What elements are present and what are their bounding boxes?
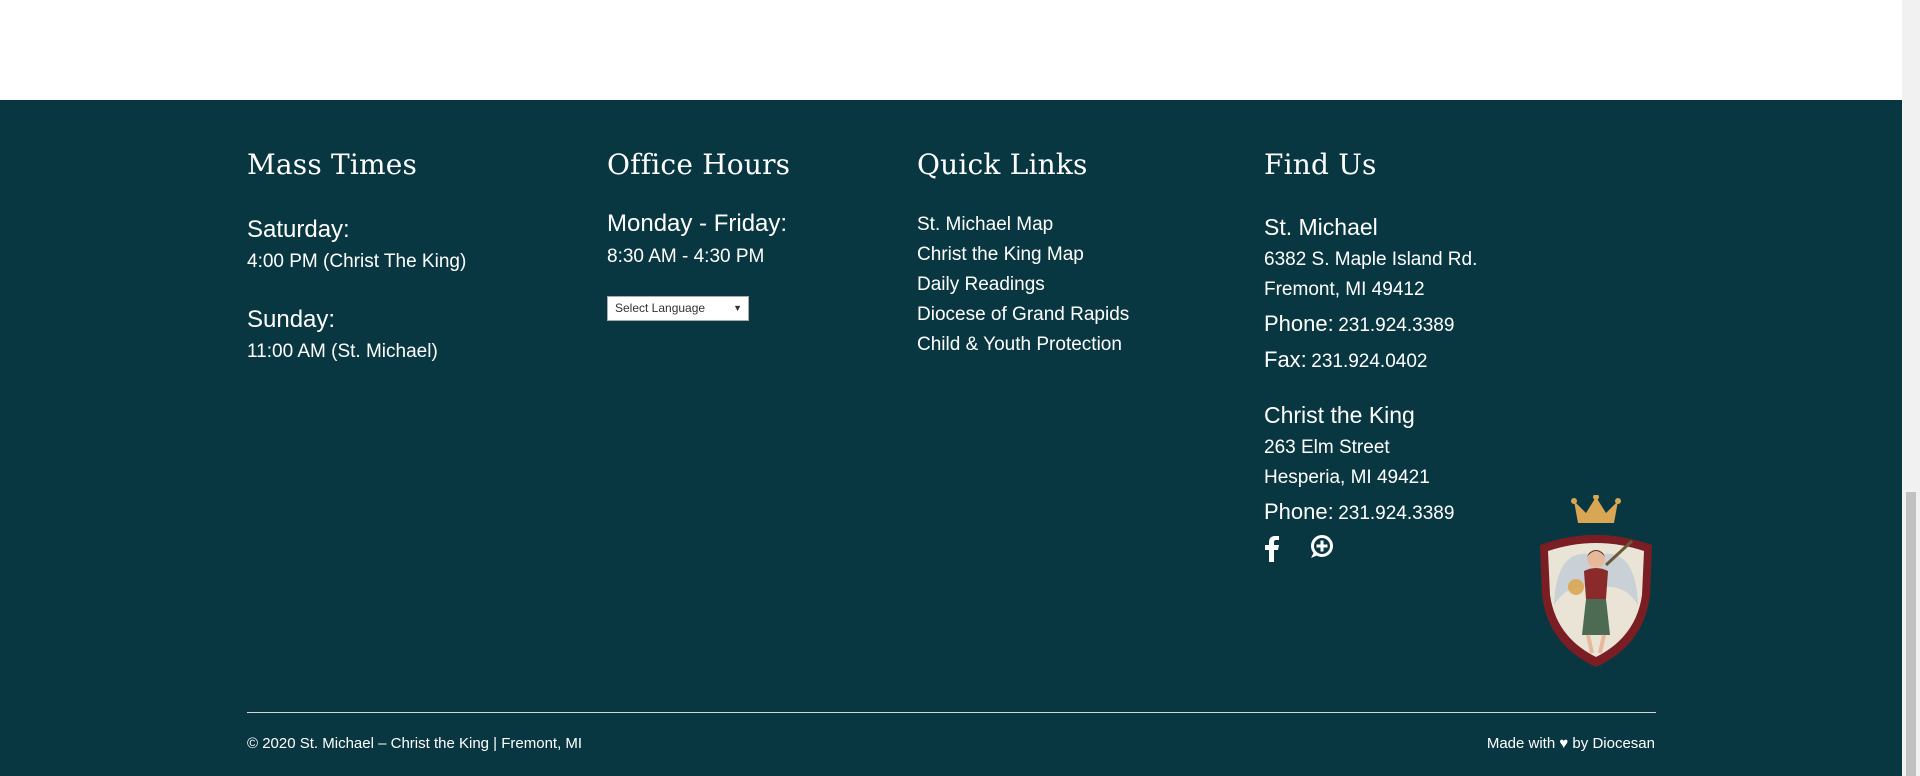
flocknote-link[interactable] [1309, 534, 1335, 565]
st-michael-address-line2: Fremont, MI 49412 [1264, 279, 1425, 300]
fax-number: 231.924.0402 [1311, 351, 1428, 372]
page-content-area [0, 0, 1902, 100]
facebook-icon [1265, 536, 1279, 562]
parish-crest-logo [1540, 495, 1652, 667]
phone-number: 231.924.3389 [1338, 503, 1455, 524]
facebook-link[interactable] [1264, 536, 1280, 567]
office-hours-heading: Office Hours [607, 148, 791, 181]
link-diocese-grand-rapids[interactable]: Diocese of Grand Rapids [917, 304, 1129, 326]
saturday-label: Saturday: [247, 216, 350, 243]
copyright-text: © 2020 St. Michael – Christ the King | F… [247, 735, 583, 752]
footer-divider [247, 712, 1656, 713]
phone-label: Phone: [1264, 311, 1334, 336]
link-st-michael-map[interactable]: St. Michael Map [917, 214, 1053, 236]
link-daily-readings[interactable]: Daily Readings [917, 274, 1045, 296]
find-us-heading: Find Us [1264, 148, 1377, 181]
ctk-phone: Phone: 231.924.3389 [1264, 499, 1454, 525]
saturday-time: 4:00 PM (Christ The King) [247, 251, 467, 272]
office-hours-time: 8:30 AM - 4:30 PM [607, 246, 765, 267]
ctk-address-line1: 263 Elm Street [1264, 437, 1390, 458]
st-michael-phone: Phone: 231.924.3389 [1264, 311, 1454, 337]
st-michael-fax: Fax: 231.924.0402 [1264, 347, 1427, 373]
mass-times-section: Mass Times Saturday: 4:00 PM (Christ The… [247, 148, 567, 362]
office-hours-section: Office Hours Monday - Friday: 8:30 AM - … [607, 148, 887, 321]
quick-links-section: Quick Links St. Michael Map Christ the K… [917, 148, 1237, 355]
language-select-value: Select Language [615, 301, 706, 315]
made-with-prefix: Made with ♥ by [1486, 735, 1593, 752]
link-christ-the-king-map[interactable]: Christ the King Map [917, 244, 1084, 266]
st-michael-name: St. Michael [1264, 214, 1378, 240]
diocesan-link[interactable]: Diocesan [1592, 735, 1655, 752]
office-days: Monday - Friday: [607, 210, 788, 237]
phone-label: Phone: [1264, 499, 1334, 524]
mass-times-heading: Mass Times [247, 148, 418, 181]
site-footer: Mass Times Saturday: 4:00 PM (Christ The… [0, 100, 1902, 776]
scrollbar-thumb[interactable] [1906, 492, 1916, 776]
st-michael-address-line1: 6382 S. Maple Island Rd. [1264, 249, 1478, 270]
flocknote-icon [1311, 535, 1333, 558]
phone-number: 231.924.3389 [1338, 315, 1455, 336]
sunday-time: 11:00 AM (St. Michael) [247, 341, 438, 362]
made-with-credit: Made with ♥ by Diocesan [1487, 735, 1655, 752]
vertical-scrollbar[interactable] [1902, 0, 1920, 776]
ctk-address-line2: Hesperia, MI 49421 [1264, 467, 1430, 488]
link-child-youth-protection[interactable]: Child & Youth Protection [917, 334, 1122, 356]
find-us-section: Find Us St. Michael 6382 S. Maple Island… [1264, 148, 1564, 562]
christ-the-king-name: Christ the King [1264, 402, 1415, 428]
fax-label: Fax: [1264, 347, 1307, 372]
quick-links-heading: Quick Links [917, 148, 1088, 181]
chevron-down-icon: ▼ [733, 303, 742, 313]
language-select[interactable]: Select Language ▼ [607, 296, 749, 321]
sunday-label: Sunday: [247, 306, 336, 333]
